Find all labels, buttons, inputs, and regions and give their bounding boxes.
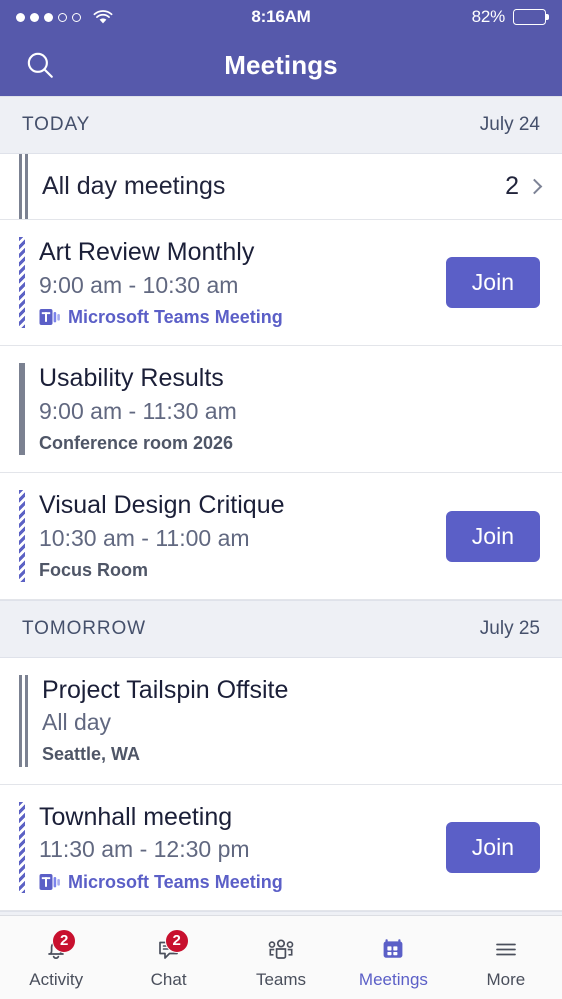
all-day-accent-bar	[19, 154, 28, 219]
meeting-details: Art Review Monthly 9:00 am - 10:30 am Mi…	[39, 237, 434, 328]
meeting-details: Usability Results 9:00 am - 11:30 am Con…	[39, 363, 540, 455]
join-button[interactable]: Join	[446, 511, 540, 562]
microsoft-teams-icon	[39, 871, 61, 893]
section-label: TODAY	[22, 114, 90, 136]
meeting-teams-link[interactable]: Microsoft Teams Meeting	[39, 871, 434, 893]
meeting-subtitle: Conference room 2026	[39, 432, 540, 455]
meeting-time: 10:30 am - 11:00 am	[39, 524, 434, 554]
meeting-time: 9:00 am - 10:30 am	[39, 271, 434, 301]
tab-label: Activity	[29, 970, 83, 990]
tab-label: Chat	[151, 970, 187, 990]
meeting-title: Townhall meeting	[39, 802, 434, 833]
all-day-meetings-row[interactable]: All day meetings 2	[0, 154, 562, 220]
meeting-title: Project Tailspin Offsite	[42, 675, 540, 706]
section-label: TOMORROW	[22, 618, 146, 640]
bottom-tab-bar: 2 Activity 2 Chat	[0, 915, 562, 999]
join-button[interactable]: Join	[446, 257, 540, 308]
page-title: Meetings	[0, 50, 562, 81]
meeting-subtitle: Seattle, WA	[42, 743, 540, 766]
meeting-details: Townhall meeting 11:30 am - 12:30 pm Mic…	[39, 802, 434, 893]
section-date: July 25	[480, 618, 540, 640]
meeting-row[interactable]: Visual Design Critique 10:30 am - 11:00 …	[0, 473, 562, 600]
section-date: July 24	[480, 114, 540, 136]
meeting-title: Visual Design Critique	[39, 490, 434, 521]
hamburger-icon	[486, 932, 526, 966]
meeting-actions: Join	[434, 490, 540, 582]
meeting-title: Art Review Monthly	[39, 237, 434, 268]
meeting-time: 11:30 am - 12:30 pm	[39, 835, 434, 865]
people-icon	[261, 932, 301, 966]
meeting-details: Visual Design Critique 10:30 am - 11:00 …	[39, 490, 434, 582]
app-screen: 8:16AM 82% Meetings TODAY July 24 All da…	[0, 0, 562, 999]
tentative-accent-bar	[19, 802, 25, 893]
tab-chat[interactable]: 2 Chat	[112, 916, 224, 999]
meeting-row[interactable]: Art Review Monthly 9:00 am - 10:30 am Mi…	[0, 220, 562, 346]
search-icon[interactable]	[18, 43, 62, 87]
meeting-subtitle: Focus Room	[39, 559, 434, 582]
meeting-teams-link[interactable]: Microsoft Teams Meeting	[39, 306, 434, 328]
meeting-title: Usability Results	[39, 363, 540, 394]
bell-icon: 2	[36, 932, 76, 966]
tab-label: Teams	[256, 970, 306, 990]
meeting-subtitle: Microsoft Teams Meeting	[68, 872, 283, 893]
navigation-bar: Meetings	[0, 34, 562, 96]
battery-percent-label: 82%	[472, 7, 505, 27]
all-day-accent-bar	[19, 675, 28, 767]
all-day-row-right: 2	[505, 172, 540, 201]
activity-badge: 2	[52, 929, 76, 953]
tentative-accent-bar	[19, 237, 25, 328]
tab-activity[interactable]: 2 Activity	[0, 916, 112, 999]
section-header-today: TODAY July 24	[0, 96, 562, 154]
tab-meetings[interactable]: Meetings	[337, 916, 449, 999]
microsoft-teams-icon	[39, 306, 61, 328]
tentative-accent-bar	[19, 490, 25, 582]
chat-badge: 2	[165, 929, 189, 953]
meeting-row[interactable]: Usability Results 9:00 am - 11:30 am Con…	[0, 346, 562, 473]
tab-teams[interactable]: Teams	[225, 916, 337, 999]
status-bar: 8:16AM 82%	[0, 0, 562, 34]
meeting-details: Project Tailspin Offsite All day Seattle…	[42, 675, 540, 767]
status-bar-right: 82%	[472, 7, 546, 27]
chevron-right-icon[interactable]	[527, 179, 543, 195]
meeting-actions: Join	[434, 802, 540, 893]
meeting-row[interactable]: Project Tailspin Offsite All day Seattle…	[0, 658, 562, 785]
all-day-title: All day meetings	[42, 172, 225, 201]
chat-icon: 2	[149, 932, 189, 966]
meeting-actions: Join	[434, 237, 540, 328]
calendar-icon	[373, 932, 413, 966]
tab-label: More	[486, 970, 525, 990]
meeting-row[interactable]: Townhall meeting 11:30 am - 12:30 pm Mic…	[0, 785, 562, 911]
tab-more[interactable]: More	[450, 916, 562, 999]
meetings-list: TODAY July 24 All day meetings 2 Art Rev…	[0, 96, 562, 915]
meeting-subtitle: Microsoft Teams Meeting	[68, 307, 283, 328]
meeting-time: 9:00 am - 11:30 am	[39, 397, 540, 427]
meeting-time: All day	[42, 708, 540, 738]
section-header-tomorrow: TOMORROW July 25	[0, 600, 562, 658]
tab-label: Meetings	[359, 970, 428, 990]
join-button[interactable]: Join	[446, 822, 540, 873]
busy-accent-bar	[19, 363, 25, 455]
battery-icon	[513, 9, 546, 25]
all-day-count: 2	[505, 172, 519, 201]
